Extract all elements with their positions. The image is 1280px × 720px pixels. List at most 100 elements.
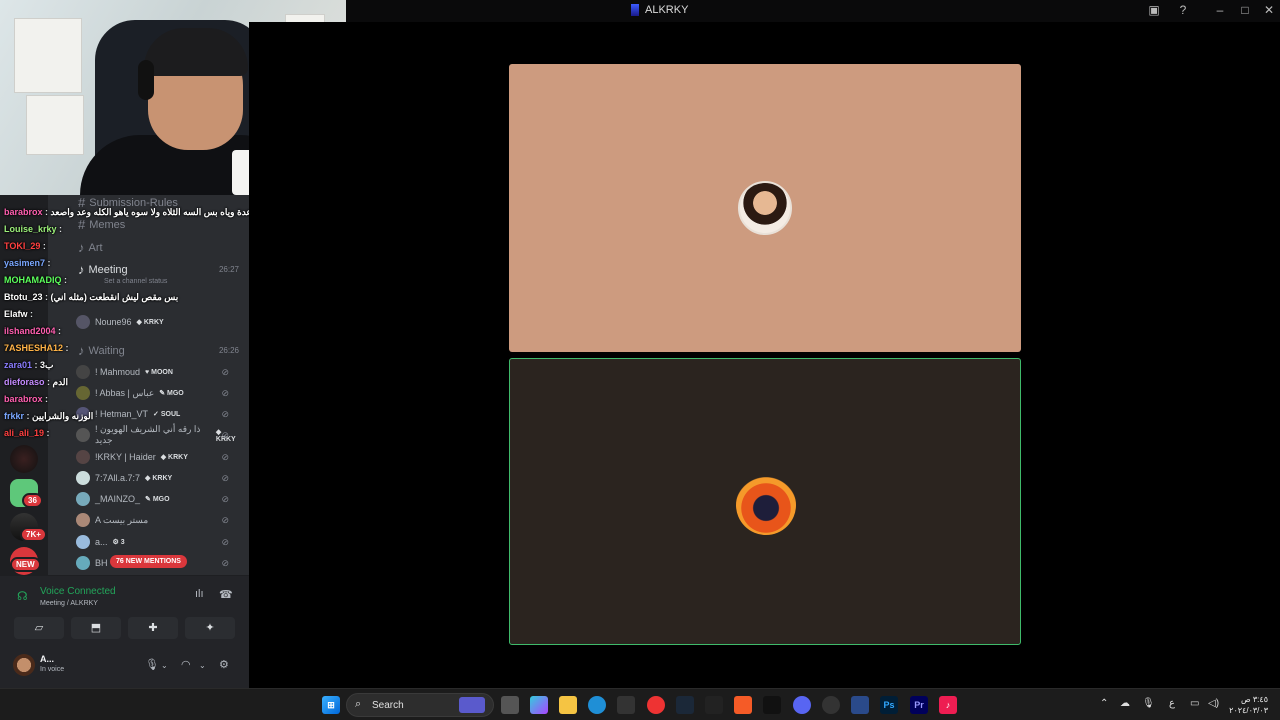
cloud-icon[interactable]: ☁ (1120, 698, 1130, 709)
task-view-icon[interactable] (501, 696, 519, 714)
headphones-icon[interactable]: ◠ (181, 658, 191, 671)
edge-icon[interactable] (588, 696, 606, 714)
screen-share-icon[interactable]: ▣ (1146, 3, 1162, 17)
chat-username: MOHAMADIQ (4, 275, 62, 285)
deafened-icon: ⊘ (221, 514, 229, 525)
capcut-icon[interactable] (763, 696, 781, 714)
member-name: a... (95, 537, 108, 547)
settings-gear-icon[interactable]: ⚙ (219, 658, 229, 671)
voice-member[interactable]: Noune96 ◆ KRKY (76, 313, 241, 331)
channel-status[interactable]: Set a channel status (104, 278, 167, 285)
user-status: In voice (40, 666, 65, 673)
disconnect-icon[interactable]: ☎ (219, 588, 233, 601)
maximize-button[interactable]: □ (1237, 3, 1253, 17)
microphone-icon[interactable]: 🎙 (145, 658, 159, 671)
chat-message: frkkr : الوزنه والشرايين (4, 411, 94, 421)
award-plaque (26, 95, 84, 155)
chat-message: barabrox : اني صاعدة وياه بس السه الثلاه… (4, 207, 249, 218)
microphone-icon[interactable]: 🎙 (1142, 698, 1155, 709)
voice-member[interactable]: ! ذا رقه أني الشريف الهويون جديد ◆ KRKY ⊘ (76, 424, 241, 445)
member-tag-text: 3 (120, 539, 125, 546)
help-icon[interactable]: ? (1175, 3, 1191, 17)
photoshop-icon[interactable]: Ps (880, 696, 898, 714)
channel-memes[interactable]: # Memes (78, 217, 125, 232)
avatar (76, 315, 90, 329)
soundboard-icon: ✦ (205, 622, 215, 634)
server-icon[interactable]: NEW (10, 547, 41, 575)
soundboard-button[interactable]: ✦ (185, 617, 235, 639)
member-tag: ✎ MGO (159, 390, 184, 397)
start-icon[interactable]: ⊞ (322, 696, 340, 714)
headset (138, 60, 154, 100)
voice-member[interactable]: 7:7All.a.7:7 ◆ KRKY ⊘ (76, 469, 241, 487)
voice-member[interactable]: ! Hetman_VT ✓ SOUL ⊘ (76, 405, 241, 423)
screen-share-button[interactable]: ⬒ (71, 617, 121, 639)
voice-panel: ☊ Voice Connected Meeting / ALKRKY ılı ☎… (0, 575, 249, 688)
member-tag-text: KRKY (152, 475, 173, 482)
chevron-up-icon[interactable]: ⌃ (1100, 698, 1108, 709)
channel-label: Art (88, 241, 103, 254)
channel-waiting[interactable]: ♪ Waiting (78, 343, 125, 358)
store-icon[interactable] (617, 696, 635, 714)
activities-button[interactable]: ✚ (128, 617, 178, 639)
voice-member[interactable]: A مستر بيست ⊘ (76, 511, 241, 529)
steam-icon[interactable] (676, 696, 694, 714)
avatar (76, 365, 90, 379)
chat-username: ilshand2004 (4, 326, 56, 336)
noise-suppression-icon[interactable]: ılı (195, 588, 204, 600)
channel-meeting[interactable]: ♪ Meeting (78, 262, 128, 277)
chat-username: zara01 (4, 360, 33, 370)
participant-tile-speaking[interactable] (509, 358, 1021, 645)
member-tag: ✎ MGO (145, 496, 170, 503)
close-button[interactable]: ✕ (1261, 3, 1277, 17)
premiere-icon[interactable]: Pr (910, 696, 928, 714)
tiktok-icon[interactable]: ♪ (939, 696, 957, 714)
taskbar-search[interactable]: ⌕ Search (346, 693, 494, 717)
voice-member[interactable]: ! Mahmoud ♥ MOON ⊘ (76, 363, 241, 381)
app-icon[interactable] (822, 696, 840, 714)
clock[interactable]: ٣:٤٥ ص ٢٠٢٤/٠٣/٠٣ (1228, 694, 1268, 716)
member-tag-text: KRKY (143, 319, 164, 326)
avatar[interactable] (13, 654, 35, 676)
chevron-down-icon[interactable]: ⌄ (199, 661, 206, 670)
server-icon[interactable] (10, 445, 38, 473)
brave-icon[interactable] (734, 696, 752, 714)
search-label: Search (372, 700, 404, 711)
voice-member[interactable]: a... ⚙ 3 ⊘ (76, 533, 241, 551)
minimize-button[interactable]: – (1212, 3, 1228, 17)
clock-time: ٣:٤٥ ص (1240, 695, 1268, 704)
unread-badge: 7K+ (20, 527, 47, 542)
voice-member[interactable]: !KRKY | Haider ◆ KRKY ⊘ (76, 448, 241, 466)
participant-tile[interactable] (509, 64, 1021, 352)
unread-badge: 36 (22, 493, 43, 508)
chrome-icon[interactable] (647, 696, 665, 714)
language-indicator[interactable]: ع (1169, 698, 1175, 709)
server-icon[interactable]: 36 (10, 479, 43, 508)
avatar (76, 556, 90, 570)
app-icon[interactable] (851, 696, 869, 714)
server-icon[interactable]: 7K+ (10, 513, 47, 542)
channel-status-text: Set a channel status (104, 278, 168, 285)
channel-timer: 26:27 (218, 265, 239, 274)
chat-message: ilshand2004 : (4, 326, 62, 336)
file-explorer-icon[interactable] (559, 696, 577, 714)
voice-member[interactable]: _MAINZO_ ✎ MGO ⊘ (76, 490, 241, 508)
camera-off-icon: ▱ (34, 622, 44, 634)
discord-icon[interactable] (793, 696, 811, 714)
member-tag: ♥ MOON (145, 368, 173, 376)
chevron-down-icon[interactable]: ⌄ (161, 661, 168, 670)
copilot-icon[interactable] (530, 696, 548, 714)
obs-icon[interactable] (705, 696, 723, 714)
avatar (76, 492, 90, 506)
voice-member[interactable]: ! Abbas | عباس ✎ MGO ⊘ (76, 384, 241, 402)
network-icon[interactable]: ▭ (1190, 698, 1199, 709)
channel-art[interactable]: ♪ Art (78, 240, 103, 255)
voice-channel-icon: ♪ (78, 262, 85, 277)
camera-button[interactable]: ▱ (14, 617, 64, 639)
member-name: A مستر بيست (95, 514, 149, 525)
new-mentions-pill[interactable]: 76 NEW MENTIONS (110, 555, 187, 568)
channel-label: Memes (89, 218, 126, 231)
volume-icon[interactable]: ◁) (1208, 698, 1219, 709)
voice-location[interactable]: Meeting / ALKRKY (40, 600, 98, 607)
connection-signal-icon[interactable]: ☊ (17, 589, 28, 603)
